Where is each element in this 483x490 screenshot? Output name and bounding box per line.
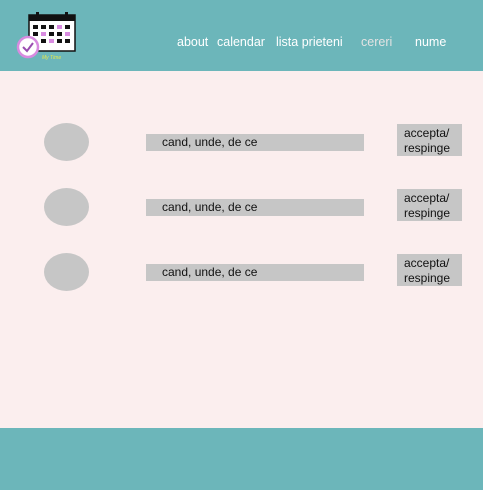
request-info: cand, unde, de ce (146, 264, 364, 281)
header-bar: My Time about calendar lista prieteni ce… (0, 0, 483, 71)
request-row: cand, unde, de ce accepta/ respinge (0, 188, 483, 228)
request-row: cand, unde, de ce accepta/ respinge (0, 253, 483, 293)
avatar (44, 123, 89, 161)
accept-reject-button[interactable]: accepta/ respinge (397, 189, 462, 221)
calendar-clock-logo-icon[interactable]: My Time (16, 12, 78, 62)
avatar (44, 253, 89, 291)
request-info: cand, unde, de ce (146, 199, 364, 216)
nav-calendar[interactable]: calendar (217, 35, 265, 49)
accept-reject-button[interactable]: accepta/ respinge (397, 254, 462, 286)
nav-lista-prieteni[interactable]: lista prieteni (276, 35, 343, 49)
svg-text:My Time: My Time (42, 55, 61, 61)
footer-bar (0, 428, 483, 490)
avatar (44, 188, 89, 226)
requests-panel: cand, unde, de ce accepta/ respinge cand… (0, 71, 483, 428)
accept-reject-button[interactable]: accepta/ respinge (397, 124, 462, 156)
nav-about[interactable]: about (177, 35, 208, 49)
nav-cereri[interactable]: cereri (361, 35, 392, 49)
request-info: cand, unde, de ce (146, 134, 364, 151)
nav-nume[interactable]: nume (415, 35, 446, 49)
request-row: cand, unde, de ce accepta/ respinge (0, 123, 483, 163)
